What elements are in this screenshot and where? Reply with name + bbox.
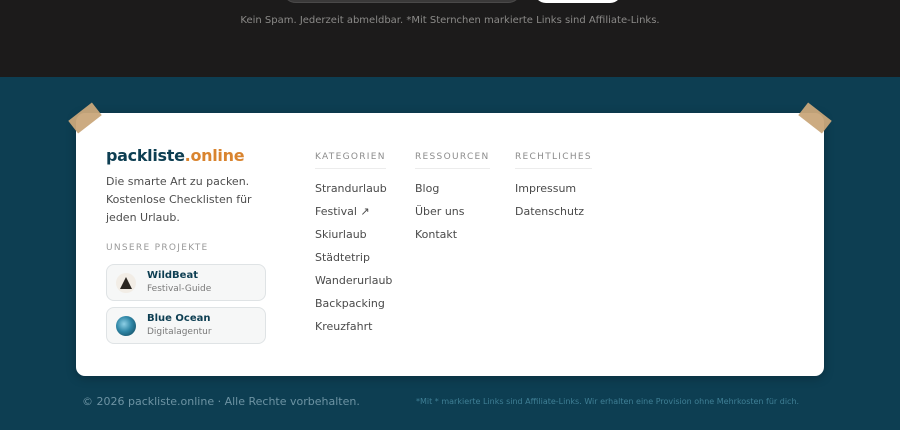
project-subtitle: Digitalagentur [147,327,212,337]
project-card-wildbeat[interactable]: WildBeat Festival-Guide [106,264,266,301]
footer-link[interactable]: Städtetrip [315,251,392,274]
newsletter-note: Kein Spam. Jederzeit abmeldbar. *Mit Ste… [240,15,660,26]
footer-link[interactable]: Über uns [415,205,490,228]
column-heading: RESSOURCEN [415,152,490,169]
blue-ocean-logo-icon [116,316,136,336]
brand-name: packliste [106,146,185,165]
project-name: Blue Ocean [147,313,211,324]
footer-link[interactable]: Impressum [515,182,592,205]
newsletter-subscribe-button[interactable] [534,0,622,3]
column-heading: KATEGORIEN [315,152,386,169]
footer-link[interactable]: Datenschutz [515,205,592,228]
footer-link[interactable]: Backpacking [315,297,392,320]
footer-link[interactable]: Blog [415,182,490,205]
column-heading: RECHTLICHES [515,152,592,169]
brand-logo[interactable]: packliste.online [106,146,245,165]
newsletter-section: Kein Spam. Jederzeit abmeldbar. *Mit Ste… [0,0,900,77]
project-name: WildBeat [147,270,198,281]
footer-link[interactable]: Kreuzfahrt [315,320,392,343]
footer-link[interactable]: Kontakt [415,228,490,251]
project-card-blue-ocean[interactable]: Blue Ocean Digitalagentur [106,307,266,344]
newsletter-email-input[interactable] [282,0,522,3]
brand-tld: .online [184,146,245,165]
footer-card: packliste.online Die smarte Art zu packe… [76,113,824,376]
wildbeat-logo-icon [116,273,136,293]
footer-column-rechtliches: RECHTLICHES Impressum Datenschutz [515,144,592,228]
site-footer: packliste.online Die smarte Art zu packe… [0,77,900,430]
footer-link[interactable]: Skiurlaub [315,228,392,251]
footer-link[interactable]: Festival ↗ [315,205,392,228]
brand-tagline: Die smarte Art zu packen. Kostenlose Che… [106,175,252,224]
footer-column-kategorien: KATEGORIEN Strandurlaub Festival ↗ Skiur… [315,144,392,343]
footer-link[interactable]: Strandurlaub [315,182,392,205]
footer-column-ressourcen: RESSOURCEN Blog Über uns Kontakt [415,144,490,251]
project-subtitle: Festival-Guide [147,284,212,294]
copyright: © 2026 packliste.online · Alle Rechte vo… [82,395,360,408]
affiliate-disclaimer: *Mit * markierte Links sind Affiliate-Li… [416,397,800,406]
footer-link[interactable]: Wanderurlaub [315,274,392,297]
projects-heading: UNSERE PROJEKTE [106,243,209,253]
